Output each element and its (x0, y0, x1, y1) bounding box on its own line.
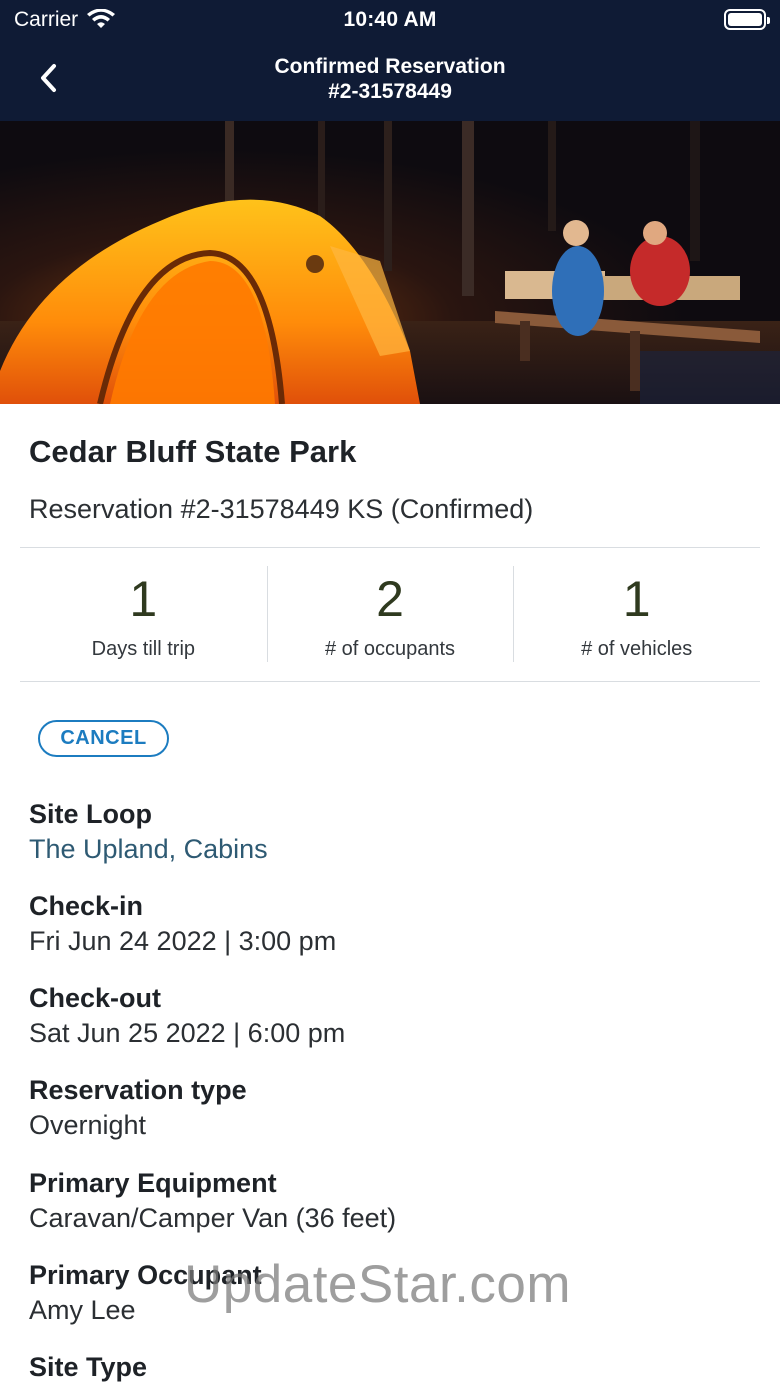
detail-label: Check-out (29, 983, 162, 1013)
detail-label: Check-in (29, 891, 144, 921)
status-time: 10:40 AM (343, 8, 437, 31)
detail-value: Fri Jun 24 2022 | 3:00 pm (29, 926, 337, 956)
stat-days-till-trip: 1 Days till trip (20, 548, 267, 681)
stat-value: 1 (129, 571, 158, 627)
stat-label: Days till trip (91, 638, 196, 660)
navigation-header: Carrier 10:40 AM Confirmed Reservation #… (0, 0, 780, 121)
detail-site-type: Site Type (29, 1350, 749, 1384)
stat-vehicles: 1 # of vehicles (513, 548, 760, 681)
site-loop-link[interactable]: The Upland, Cabins (29, 831, 749, 867)
watermark: UpdateStar.com (184, 1255, 572, 1314)
stat-label: # of vehicles (581, 638, 693, 660)
detail-value: Overnight (29, 1110, 147, 1140)
park-name: Cedar Bluff State Park (29, 434, 357, 469)
page-title-line2: #2-31578449 (328, 80, 452, 103)
divider (20, 681, 760, 682)
detail-label: Site Type (29, 1352, 148, 1382)
stat-occupants: 2 # of occupants (266, 548, 514, 681)
detail-reservation-type: Reservation type Overnight (29, 1073, 749, 1143)
detail-check-in: Check-in Fri Jun 24 2022 | 3:00 pm (29, 889, 749, 959)
battery-icon (724, 9, 770, 30)
detail-label: Reservation type (29, 1075, 247, 1105)
reservation-number: Reservation #2-31578449 KS (Confirmed) (29, 494, 534, 524)
trip-stats: 1 Days till trip 2 # of occupants 1 # of… (20, 548, 760, 681)
detail-check-out: Check-out Sat Jun 25 2022 | 6:00 pm (29, 981, 749, 1051)
back-button[interactable] (34, 60, 64, 96)
detail-primary-equipment: Primary Equipment Caravan/Camper Van (36… (29, 1166, 749, 1236)
stat-value: 2 (376, 571, 404, 627)
page-title-line1: Confirmed Reservation (274, 55, 506, 78)
page-title: Confirmed Reservation #2-31578449 (120, 54, 660, 104)
cancel-reservation-button[interactable]: CANCEL (38, 720, 169, 757)
detail-value: Sat Jun 25 2022 | 6:00 pm (29, 1018, 346, 1048)
campsite-photo (0, 121, 780, 404)
stat-value: 1 (622, 571, 651, 627)
detail-site-loop: Site Loop The Upland, Cabins (29, 797, 749, 867)
detail-label: Primary Equipment (29, 1168, 277, 1198)
detail-label: Site Loop (29, 799, 152, 829)
stat-label: # of occupants (324, 638, 456, 660)
detail-value: Caravan/Camper Van (36 feet) (29, 1203, 397, 1233)
chevron-left-icon (41, 64, 56, 92)
status-bar: Carrier 10:40 AM (0, 0, 780, 42)
